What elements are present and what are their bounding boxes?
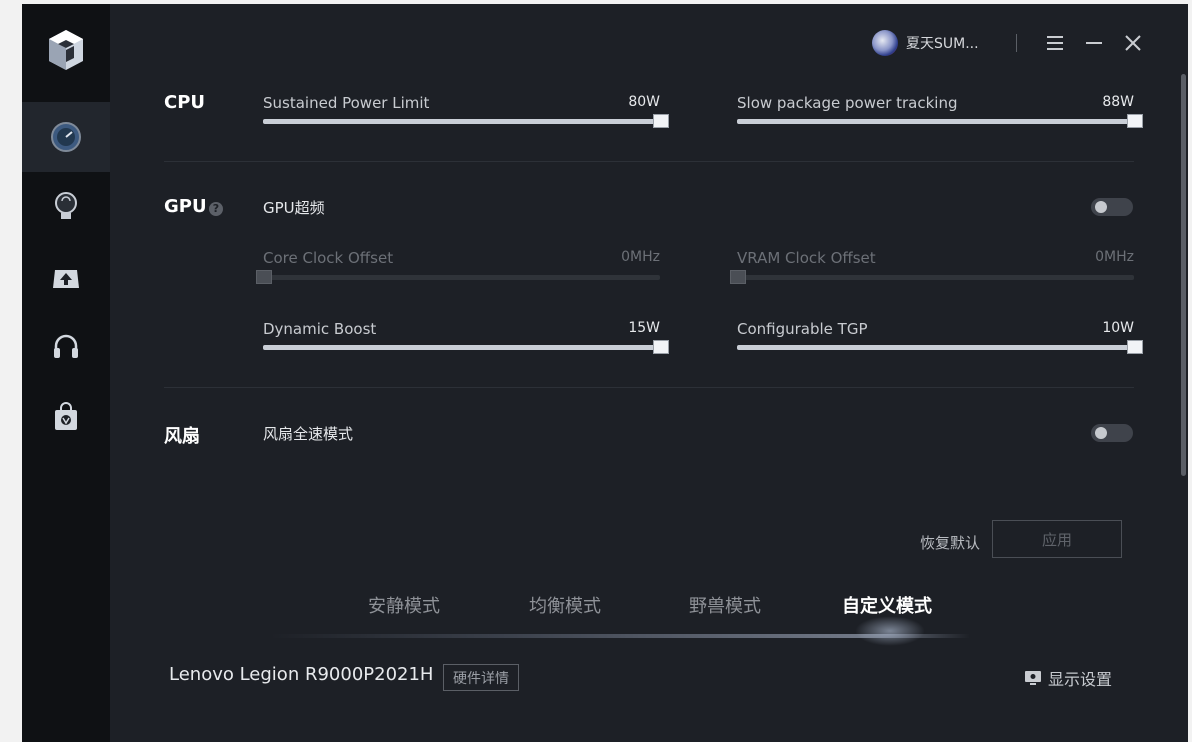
fan-section-label: 风扇 — [164, 426, 200, 447]
slow-package-label: Slow package power tracking — [737, 94, 958, 112]
core-clock-slider[interactable] — [256, 270, 660, 284]
slider-thumb[interactable] — [256, 270, 272, 284]
sidebar-item-update[interactable] — [22, 242, 110, 312]
gpu-section-label: GPU — [164, 196, 207, 217]
slider-fill — [263, 345, 660, 350]
sustained-power-label: Sustained Power Limit — [263, 94, 430, 112]
minimize-icon — [1086, 42, 1102, 44]
tab-balanced-mode[interactable]: 均衡模式 — [529, 592, 601, 618]
slider-fill — [737, 345, 1134, 350]
dynamic-boost-label: Dynamic Boost — [263, 320, 377, 338]
toggle-knob — [1095, 427, 1107, 439]
shopping-bag-icon — [55, 402, 77, 430]
configurable-tgp-slider[interactable] — [737, 340, 1143, 354]
slow-package-value: 88W — [1102, 94, 1134, 110]
main-panel: 夏天SUM... CPU Sustained Power Limit 80W S… — [110, 4, 1188, 742]
slider-thumb[interactable] — [730, 270, 746, 284]
slider-thumb[interactable] — [1127, 340, 1143, 354]
sustained-power-slider[interactable] — [263, 114, 669, 128]
slider-thumb[interactable] — [653, 114, 669, 128]
device-name: Lenovo Legion R9000P2021H — [169, 664, 434, 685]
toggle-knob — [1095, 201, 1107, 213]
title-divider — [1016, 34, 1017, 52]
sidebar-item-lighting[interactable] — [22, 172, 110, 242]
cpu-section-label: CPU — [164, 92, 206, 113]
sustained-power-value: 80W — [628, 94, 660, 110]
configurable-tgp-label: Configurable TGP — [737, 320, 868, 338]
display-settings-button[interactable]: 显示设置 — [1024, 666, 1112, 690]
vram-clock-label: VRAM Clock Offset — [737, 249, 876, 267]
fan-full-speed-label: 风扇全速模式 — [263, 425, 354, 443]
close-icon — [1125, 35, 1141, 51]
avatar[interactable] — [872, 30, 898, 56]
slow-package-slider[interactable] — [737, 114, 1143, 128]
close-button[interactable] — [1120, 30, 1146, 56]
sidebar-item-audio[interactable] — [22, 312, 110, 382]
gpu-overclock-label: GPU超频 — [263, 199, 325, 217]
mode-tabs: 安静模式 均衡模式 野兽模式 自定义模式 — [310, 592, 1010, 622]
speedometer-icon — [51, 122, 81, 152]
display-settings-icon — [1025, 671, 1041, 685]
menu-button[interactable] — [1042, 30, 1068, 56]
core-clock-label: Core Clock Offset — [263, 249, 394, 267]
app-window: 夏天SUM... CPU Sustained Power Limit 80W S… — [22, 4, 1188, 742]
slider-thumb[interactable] — [653, 340, 669, 354]
app-logo — [49, 30, 83, 70]
help-icon[interactable]: ? — [209, 202, 223, 216]
display-settings-label: 显示设置 — [1048, 670, 1113, 689]
section-divider — [164, 387, 1134, 388]
configurable-tgp-value: 10W — [1102, 320, 1134, 336]
gpu-overclock-toggle[interactable] — [1091, 198, 1133, 216]
section-divider — [164, 161, 1134, 162]
dynamic-boost-value: 15W — [628, 320, 660, 336]
slider-fill — [737, 119, 1134, 124]
tab-quiet-mode[interactable]: 安静模式 — [368, 592, 440, 618]
vram-clock-slider[interactable] — [730, 270, 1134, 284]
minimize-button[interactable] — [1081, 30, 1107, 56]
headset-icon — [54, 334, 78, 358]
scrollbar[interactable] — [1181, 74, 1186, 476]
sidebar-item-performance[interactable] — [22, 102, 110, 172]
restore-defaults-button[interactable]: 恢复默认 — [920, 532, 980, 553]
slider-thumb[interactable] — [1127, 114, 1143, 128]
core-clock-value: 0MHz — [621, 249, 660, 265]
apply-button[interactable]: 应用 — [992, 520, 1122, 558]
sidebar-item-store[interactable] — [22, 382, 110, 452]
hardware-details-button[interactable]: 硬件详情 — [443, 664, 519, 691]
title-bar: 夏天SUM... — [872, 30, 1146, 56]
menu-icon — [1047, 36, 1063, 50]
dynamic-boost-slider[interactable] — [263, 340, 669, 354]
vram-clock-value: 0MHz — [1095, 249, 1134, 265]
sidebar — [22, 4, 110, 742]
tab-beast-mode[interactable]: 野兽模式 — [689, 592, 761, 618]
upload-icon — [53, 270, 79, 288]
slider-fill — [263, 119, 660, 124]
fan-full-speed-toggle[interactable] — [1091, 424, 1133, 442]
user-name[interactable]: 夏天SUM... — [906, 33, 1002, 53]
tab-custom-mode[interactable]: 自定义模式 — [842, 592, 932, 618]
lightbulb-icon — [55, 192, 77, 219]
